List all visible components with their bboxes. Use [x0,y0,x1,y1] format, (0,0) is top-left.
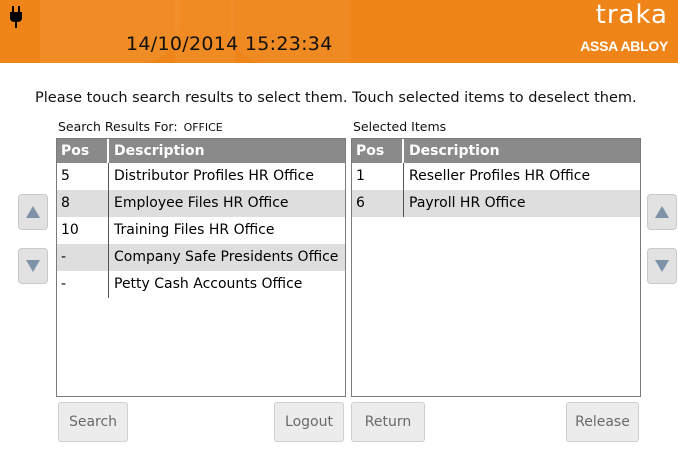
selected-items-caption: Selected Items [353,119,447,134]
column-header-description: Description [409,143,500,159]
up-arrow-icon [655,206,669,218]
row-pos: - [57,244,109,271]
row-description: Employee Files HR Office [114,195,289,211]
search-result-row[interactable]: 8 Employee Files HR Office [57,190,345,217]
search-query: OFFICE [183,121,223,134]
search-results-header: Pos Description [57,139,345,163]
row-description: Payroll HR Office [409,195,526,211]
search-results-scroll-down-button[interactable] [18,248,48,284]
search-results-list[interactable]: Pos Description 5 Distributor Profiles H… [56,138,346,397]
down-arrow-icon [655,260,669,272]
search-result-row[interactable]: - Petty Cash Accounts Office [57,271,345,298]
search-results-label: Search Results For: [58,119,178,134]
row-pos: 6 [352,190,404,217]
release-button[interactable]: Release [566,402,639,442]
row-description: Petty Cash Accounts Office [114,276,303,292]
selected-items-scroll-down-button[interactable] [647,248,677,284]
down-arrow-icon [26,260,40,272]
column-header-pos: Pos [57,139,109,163]
search-results-caption: Search Results For: OFFICE [58,119,223,134]
logo-traka: traka [595,0,668,30]
instruction-text: Please touch search results to select th… [35,90,637,106]
search-button[interactable]: Search [58,402,128,442]
row-description: Reseller Profiles HR Office [409,168,591,184]
selected-items-header: Pos Description [352,139,640,163]
logo-assa-abloy: ASSA ABLOY [580,38,668,54]
row-description: Company Safe Presidents Office [114,249,339,265]
selected-item-row[interactable]: 6 Payroll HR Office [352,190,640,217]
row-pos: 10 [57,217,109,244]
row-pos: 5 [57,163,109,190]
search-result-row[interactable]: - Company Safe Presidents Office [57,244,345,271]
brand-logo: traka ASSA ABLOY [558,0,668,60]
selected-item-row[interactable]: 1 Reseller Profiles HR Office [352,163,640,190]
row-pos: 8 [57,190,109,217]
selected-items-list[interactable]: Pos Description 1 Reseller Profiles HR O… [351,138,641,397]
selected-items-scroll-up-button[interactable] [647,194,677,230]
row-description: Training Files HR Office [114,222,275,238]
header-bar: 14/10/2014 15:23:34 traka ASSA ABLOY [0,0,678,63]
row-pos: - [57,271,109,298]
column-header-description: Description [114,143,205,159]
row-pos: 1 [352,163,404,190]
column-header-pos: Pos [352,139,404,163]
row-description: Distributor Profiles HR Office [114,168,314,184]
logout-button[interactable]: Logout [274,402,344,442]
plug-icon [10,6,22,28]
search-result-row[interactable]: 5 Distributor Profiles HR Office [57,163,345,190]
up-arrow-icon [26,206,40,218]
date-time: 14/10/2014 15:23:34 [126,33,333,55]
search-result-row[interactable]: 10 Training Files HR Office [57,217,345,244]
search-results-scroll-up-button[interactable] [18,194,48,230]
return-button[interactable]: Return [351,402,425,442]
